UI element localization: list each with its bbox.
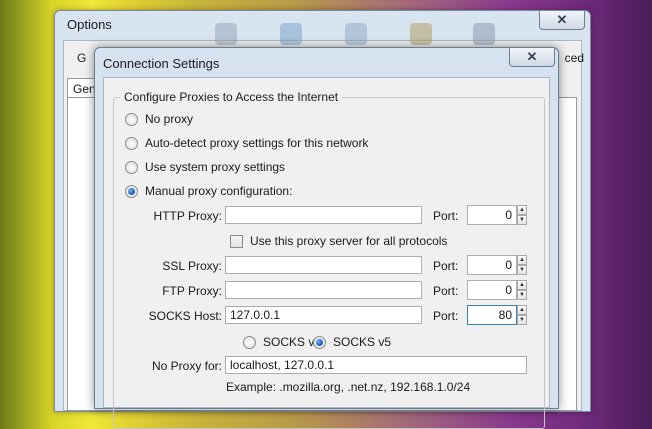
options-toolbar-icon[interactable] [345,23,367,45]
no-proxy-example-hint: Example: .mozilla.org, .net.nz, 192.168.… [226,380,471,394]
socks-port-label: Port: [433,309,459,323]
http-port-spinner[interactable]: ▲ ▼ [517,205,527,225]
spin-down-icon[interactable]: ▼ [517,265,527,275]
spin-down-icon[interactable]: ▼ [517,315,527,325]
radio-socks-v5-button[interactable] [313,335,326,349]
socks-port-spinner[interactable]: ▲ ▼ [517,305,527,325]
http-proxy-label: HTTP Proxy: [153,209,222,223]
spin-up-icon[interactable]: ▲ [517,280,527,290]
spin-up-icon[interactable]: ▲ [517,205,527,215]
no-proxy-for-label: No Proxy for: [151,359,222,373]
same-proxy-checkbox-row[interactable]: Use this proxy server for all protocols [230,234,447,248]
radio-socks-v5[interactable]: SOCKS v5 [313,335,391,349]
ssl-port-label: Port: [433,259,459,273]
dialog-title: Connection Settings [103,56,220,71]
radio-socks-v4-button[interactable] [243,335,256,349]
ssl-proxy-input[interactable] [225,256,422,274]
http-port-input[interactable]: 0 [467,205,517,225]
options-toolbar-icon[interactable] [215,23,237,45]
radio-socks-v5-label: SOCKS v5 [333,335,392,349]
ssl-proxy-label: SSL Proxy: [162,259,222,273]
same-proxy-checkbox[interactable] [230,234,243,248]
radio-system-proxy-button[interactable] [125,160,138,174]
same-proxy-checkbox-label: Use this proxy server for all protocols [250,234,448,248]
ftp-port-spinner[interactable]: ▲ ▼ [517,280,527,300]
radio-auto-detect-label: Auto-detect proxy settings for this netw… [145,136,369,150]
radio-socks-v4[interactable]: SOCKS v4 [243,335,321,349]
radio-auto-detect[interactable]: Auto-detect proxy settings for this netw… [125,136,368,150]
options-toolbar-icon[interactable] [473,23,495,45]
options-window-title: Options [67,17,112,32]
socks-host-input[interactable]: 127.0.0.1 [225,306,422,324]
connection-settings-dialog: Connection Settings ✕ Configure Proxies … [94,47,559,429]
radio-system-proxy[interactable]: Use system proxy settings [125,160,285,174]
spin-up-icon[interactable]: ▲ [517,255,527,265]
radio-no-proxy[interactable]: No proxy [125,112,193,126]
spin-down-icon[interactable]: ▼ [517,215,527,225]
ssl-port-spinner[interactable]: ▲ ▼ [517,255,527,275]
radio-auto-detect-button[interactable] [125,136,138,150]
options-toolbar-icon[interactable] [410,23,432,45]
radio-no-proxy-button[interactable] [125,112,138,126]
options-toolbar-icon[interactable] [280,23,302,45]
options-toolbar-label-general[interactable]: G [77,51,86,65]
radio-no-proxy-label: No proxy [145,112,194,126]
radio-manual-proxy-button[interactable] [125,184,138,198]
http-proxy-input[interactable] [225,206,422,224]
ftp-proxy-input[interactable] [225,281,422,299]
spin-down-icon[interactable]: ▼ [517,290,527,300]
http-port-label: Port: [433,209,459,223]
groupbox-title: Configure Proxies to Access the Internet [120,90,343,104]
socks-port-input[interactable]: 80 [467,305,517,325]
radio-manual-proxy-label: Manual proxy configuration: [145,184,293,198]
options-close-button[interactable]: ✕ [539,11,585,30]
ftp-port-label: Port: [433,284,459,298]
spin-up-icon[interactable]: ▲ [517,305,527,315]
dialog-close-button[interactable]: ✕ [509,48,555,67]
options-toolbar-label-advanced[interactable]: ced [565,51,584,65]
ftp-proxy-label: FTP Proxy: [162,284,222,298]
ftp-port-input[interactable]: 0 [467,280,517,300]
socks-host-label: SOCKS Host: [148,309,222,323]
ssl-port-input[interactable]: 0 [467,255,517,275]
radio-system-proxy-label: Use system proxy settings [145,160,286,174]
no-proxy-for-input[interactable]: localhost, 127.0.0.1 [225,356,527,374]
radio-manual-proxy[interactable]: Manual proxy configuration: [125,184,292,198]
dialog-body: Configure Proxies to Access the Internet… [103,77,550,429]
